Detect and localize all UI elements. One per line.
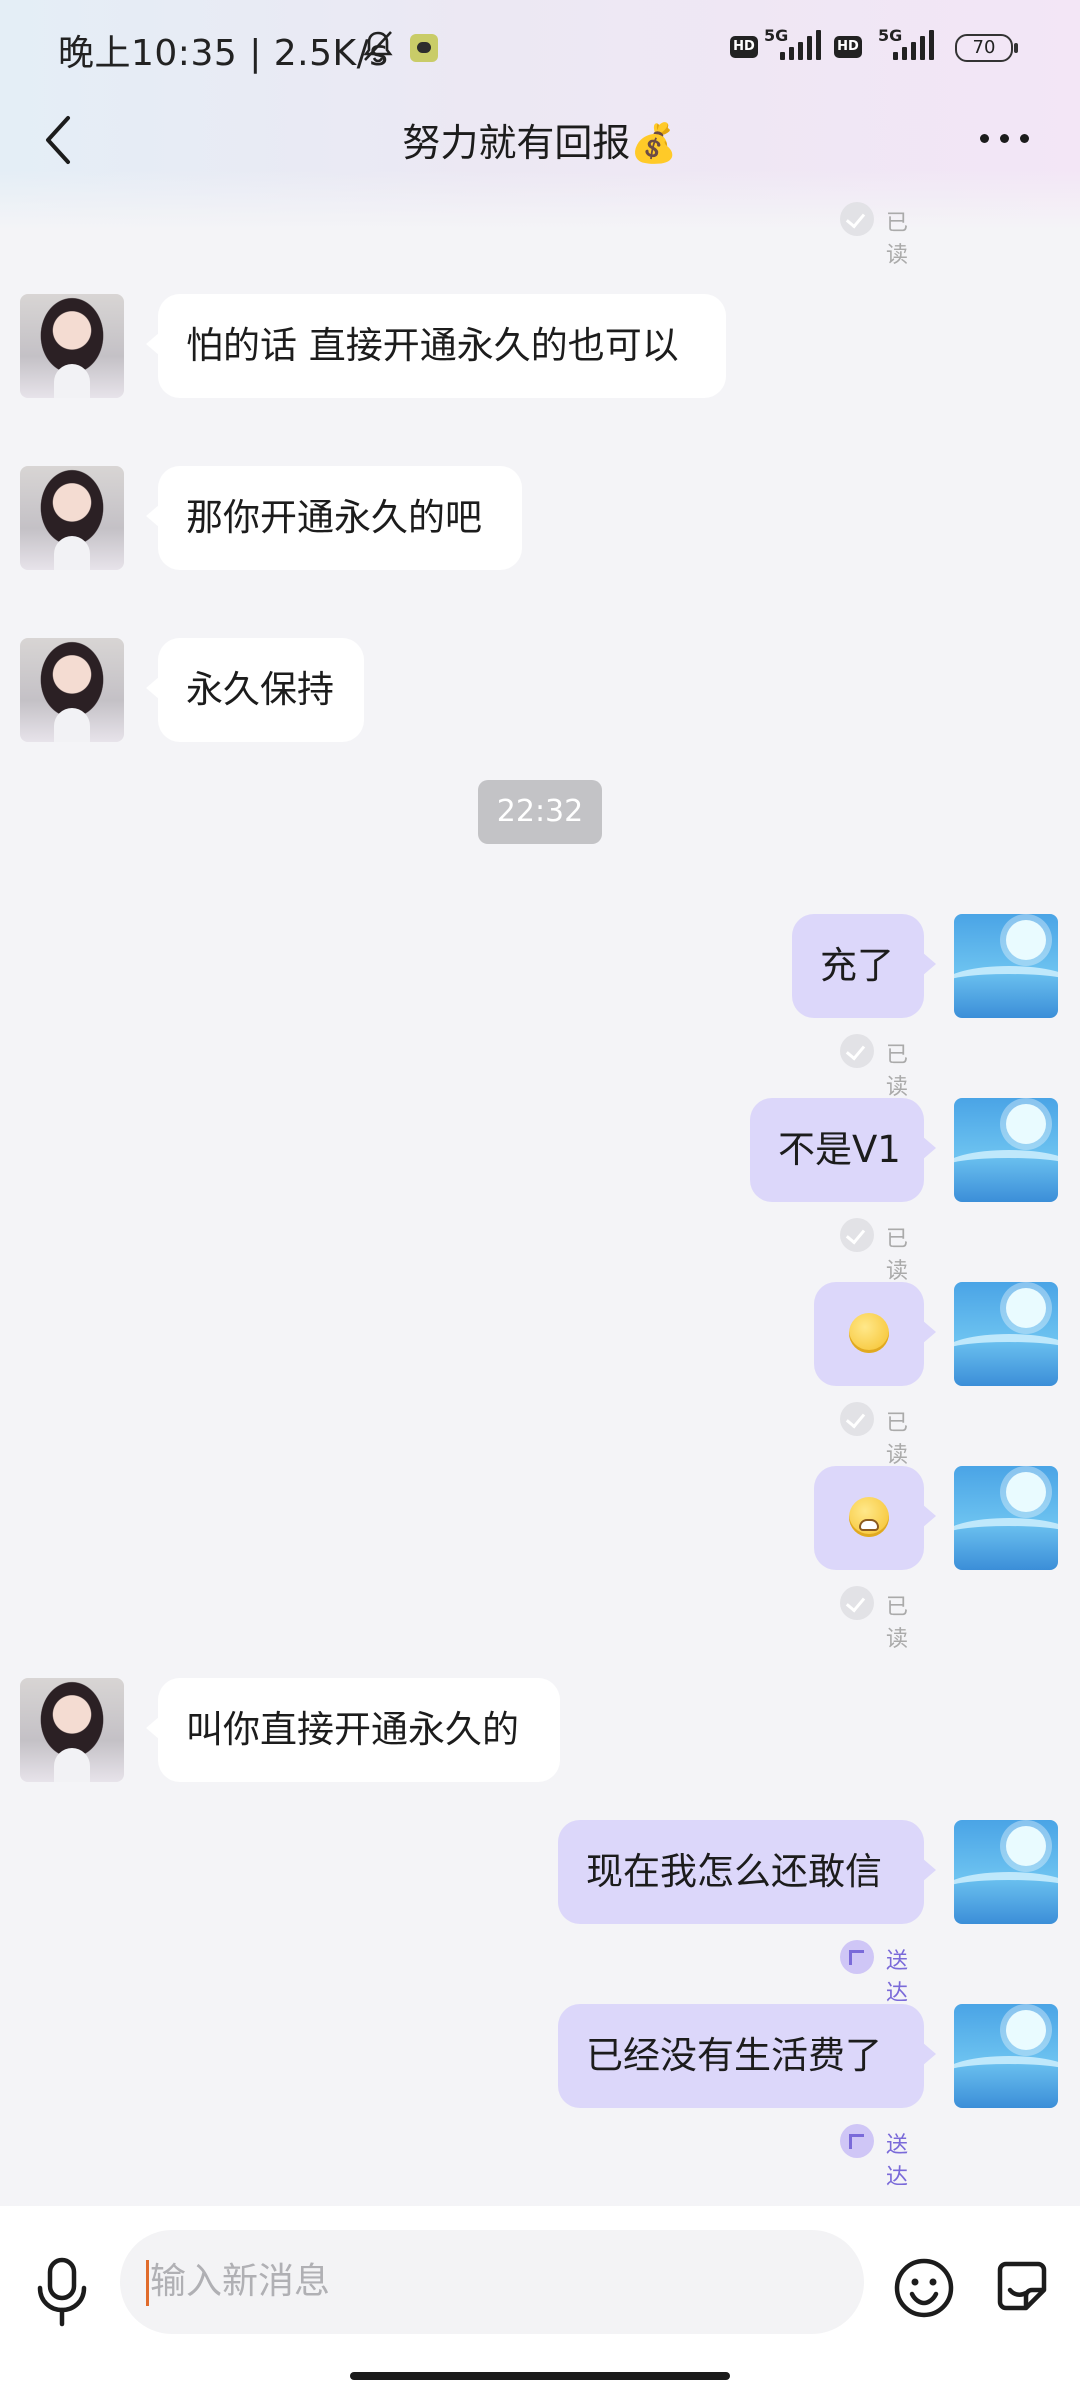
incoming-message-bubble[interactable]: 永久保持: [146, 638, 364, 742]
status-time: 晚上10:35 | 2.5K/s: [58, 33, 389, 74]
message-input[interactable]: 输入新消息: [120, 2230, 864, 2334]
home-indicator[interactable]: [350, 2372, 730, 2380]
message-input-placeholder: 输入新消息: [150, 2261, 331, 2302]
smirk-emoji-icon: [849, 1312, 889, 1353]
read-check-icon: [840, 1034, 874, 1068]
more-options-icon[interactable]: [980, 126, 1030, 150]
status-bar: 晚上10:35 | 2.5K/s HD 5G HD 5G 70: [0, 0, 1080, 95]
signal-bars-1-icon: [780, 30, 826, 60]
outgoing-message-bubble[interactable]: [814, 1282, 936, 1386]
outgoing-message-bubble[interactable]: 现在我怎么还敢信: [558, 1820, 936, 1924]
message-status-label: 送达: [886, 1949, 909, 2006]
delivered-arrow-icon: [840, 1940, 874, 1974]
emoji-smile-icon[interactable]: [892, 2256, 956, 2320]
sticker-icon[interactable]: [992, 2256, 1052, 2316]
hd-badge-2: HD: [834, 36, 862, 58]
my-avatar[interactable]: [954, 1466, 1058, 1570]
microphone-icon[interactable]: [30, 2256, 94, 2328]
message-status-label: 已读: [886, 1595, 909, 1652]
incoming-message-bubble[interactable]: 怕的话 直接开通永久的也可以: [146, 294, 726, 398]
message-status-label: 已读: [886, 211, 909, 268]
outgoing-message-bubble[interactable]: 不是V1: [750, 1098, 936, 1202]
mute-bell-icon: [363, 31, 393, 63]
composer-bar: 输入新消息: [0, 2206, 1080, 2400]
my-avatar[interactable]: [954, 1820, 1058, 1924]
outgoing-message-bubble[interactable]: 充了: [792, 914, 936, 1018]
contact-avatar[interactable]: [20, 466, 124, 570]
text-caret: [146, 2260, 149, 2306]
message-status-label: 已读: [886, 1411, 909, 1468]
time-divider: 22:32: [478, 780, 602, 844]
crying-emoji-icon: [849, 1496, 889, 1537]
read-check-icon: [840, 1402, 874, 1436]
my-avatar[interactable]: [954, 1282, 1058, 1386]
contact-avatar[interactable]: [20, 1678, 124, 1782]
my-avatar[interactable]: [954, 914, 1058, 1018]
read-check-icon: [840, 1218, 874, 1252]
signal-bars-2-icon: [893, 30, 939, 60]
outgoing-message-bubble[interactable]: [814, 1466, 936, 1570]
outgoing-message-bubble[interactable]: 已经没有生活费了: [558, 2004, 936, 2108]
chat-title: 努力就有回报💰: [402, 121, 678, 165]
my-avatar[interactable]: [954, 1098, 1058, 1202]
hd-badge-1: HD: [730, 36, 758, 58]
my-avatar[interactable]: [954, 2004, 1058, 2108]
message-status-label: 已读: [886, 1227, 909, 1284]
message-status-label: 已读: [886, 1043, 909, 1100]
read-check-icon: [840, 202, 874, 236]
app-notification-icon: [410, 34, 438, 62]
message-status-label: 送达: [886, 2133, 909, 2190]
contact-avatar[interactable]: [20, 294, 124, 398]
battery-indicator: 70: [955, 34, 1018, 62]
contact-avatar[interactable]: [20, 638, 124, 742]
incoming-message-bubble[interactable]: 叫你直接开通永久的: [146, 1678, 560, 1782]
read-check-icon: [840, 1586, 874, 1620]
delivered-arrow-icon: [840, 2124, 874, 2158]
incoming-message-bubble[interactable]: 那你开通永久的吧: [146, 466, 522, 570]
